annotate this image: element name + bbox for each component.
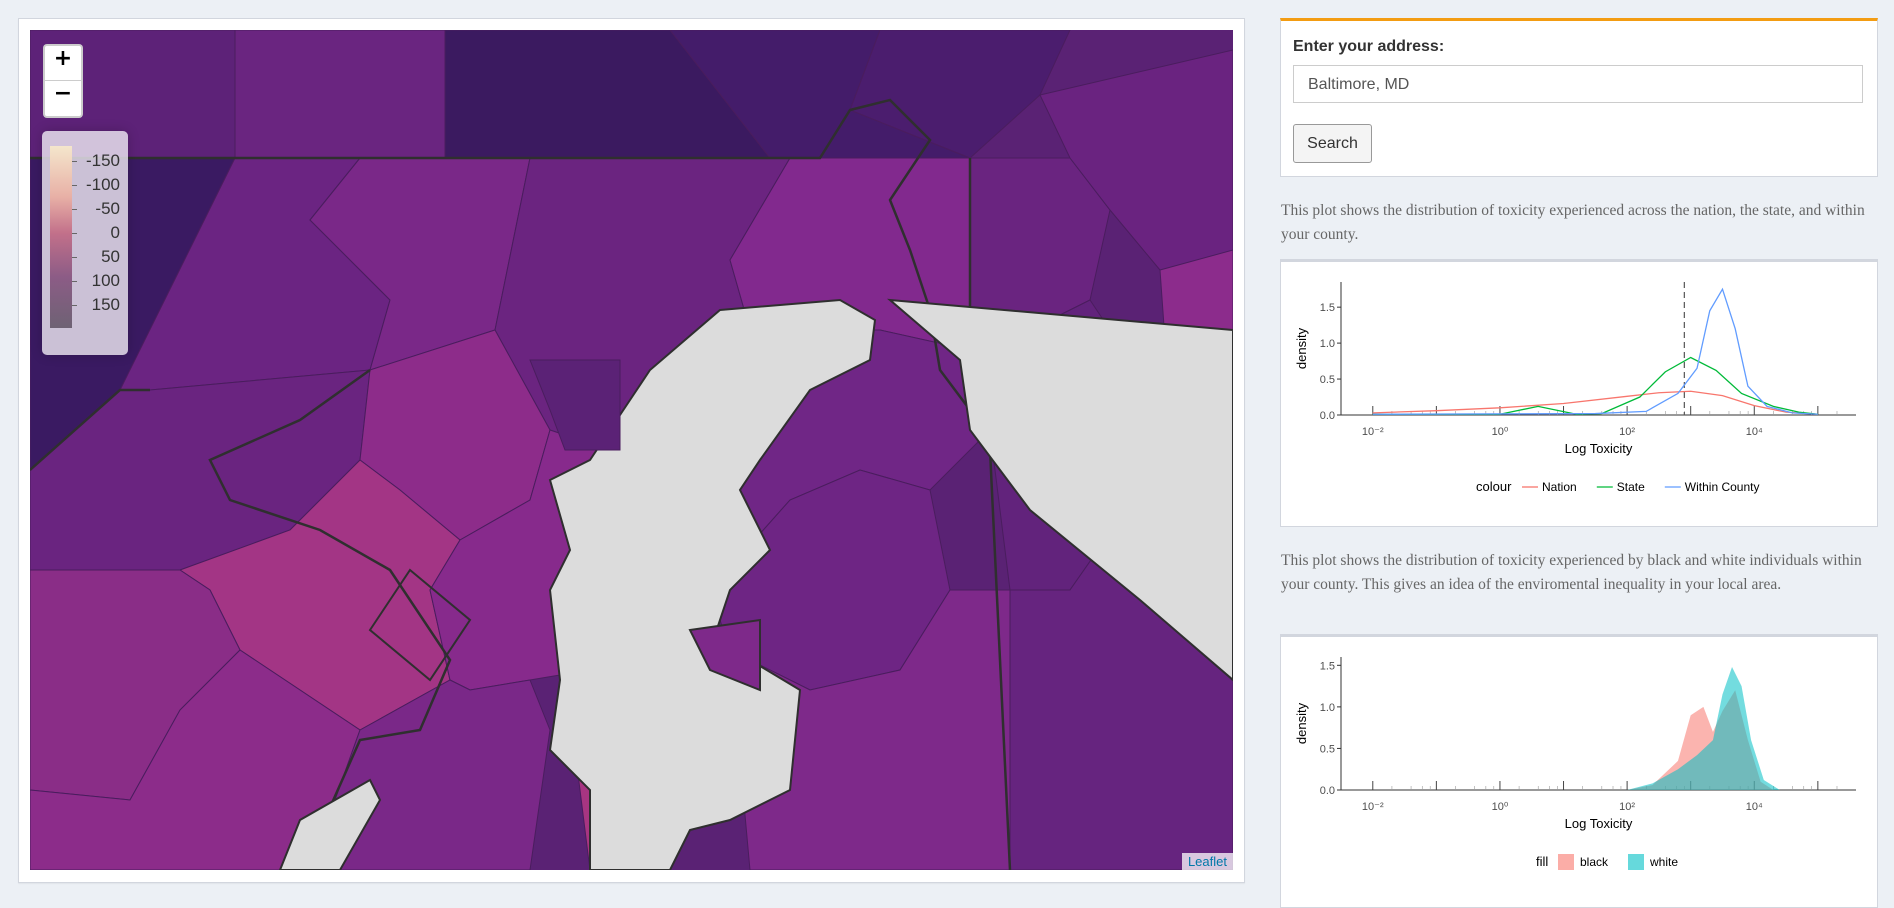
legend-key: [1558, 854, 1574, 870]
legend-label: -100: [85, 175, 120, 194]
legend-label: 50: [101, 247, 120, 266]
legend-label: 100: [91, 271, 120, 290]
y-axis-title: density: [1294, 327, 1309, 369]
legend-label: -50: [95, 199, 120, 218]
y-tick-label: 1.0: [1320, 338, 1335, 350]
density-chart-1: 10⁻² 10⁰ 10² 10⁴ 0.0 0.5 1.0 1.5 Log Toxicity den…: [1294, 282, 1856, 494]
legend-label: 150: [91, 295, 120, 314]
legend-tick: [72, 161, 77, 162]
y-tick-label: 0.5: [1320, 374, 1335, 386]
plot1-description: This plot shows the distribution of toxi…: [1281, 202, 1865, 243]
address-input[interactable]: Baltimore, MD: [1293, 65, 1863, 103]
x-tick-label: 10⁻²: [1362, 801, 1384, 813]
x-tick-label: 10²: [1619, 801, 1635, 813]
legend-title: colour: [1476, 479, 1512, 494]
address-input-value: Baltimore, MD: [1308, 76, 1410, 93]
search-button[interactable]: Search: [1293, 124, 1372, 163]
y-tick-label: 0.5: [1320, 743, 1335, 755]
legend-label: white: [1649, 855, 1678, 869]
y-tick-label: 1.5: [1320, 660, 1335, 672]
legend-label: Within County: [1685, 480, 1760, 494]
density-chart-2: 10⁻² 10⁰ 10² 10⁴ 0.0 0.5 1.0 1.5 Log Toxicity den…: [1294, 657, 1856, 870]
legend-tick: [72, 185, 77, 186]
legend-label: 0: [110, 223, 120, 242]
series-line-state: [1372, 356, 1818, 415]
map-region[interactable]: [234, 30, 461, 159]
zoom-in-button[interactable]: +: [45, 46, 81, 80]
legend-label: State: [1617, 480, 1645, 494]
map-legend: -150 -100 -50 0 50 100 150: [42, 131, 128, 355]
legend-label: black: [1580, 855, 1609, 869]
y-axis-title: density: [1294, 702, 1309, 744]
y-tick-label: 0.0: [1320, 410, 1335, 422]
y-tick-label: 1.5: [1320, 302, 1335, 314]
zoom-out-button[interactable]: −: [45, 80, 81, 115]
zoom-control: + −: [43, 44, 83, 118]
plot1-panel: 10⁻² 10⁰ 10² 10⁴ 0.0 0.5 1.0 1.5 Log Toxicity den…: [1280, 259, 1878, 527]
series-line-nation: [1372, 390, 1818, 415]
legend-key: [1628, 854, 1644, 870]
x-axis-title: Log Toxicity: [1565, 816, 1633, 831]
plot2-panel: 10⁻² 10⁰ 10² 10⁴ 0.0 0.5 1.0 1.5 Log Toxicity den…: [1280, 634, 1878, 908]
legend-tick: [72, 305, 77, 306]
x-tick-label: 10²: [1619, 426, 1635, 438]
series-line-within-county: [1372, 287, 1818, 415]
x-axis-title: Log Toxicity: [1565, 441, 1633, 456]
legend-tick: [72, 233, 77, 234]
plot2-description: This plot shows the distribution of toxi…: [1281, 552, 1862, 593]
x-tick-label: 10⁴: [1746, 426, 1763, 438]
search-panel: Enter your address: Baltimore, MD Search: [1280, 18, 1878, 177]
legend-tick: [72, 281, 77, 282]
legend-label: -150: [85, 151, 120, 170]
choropleth-map[interactable]: + − -150 -100 -50 0 50 100 150 Leaflet: [30, 30, 1233, 870]
address-label: Enter your address:: [1293, 38, 1445, 55]
x-tick-label: 10⁻²: [1362, 426, 1384, 438]
map-panel: + − -150 -100 -50 0 50 100 150 Leaflet: [18, 18, 1245, 883]
x-tick-label: 10⁰: [1492, 426, 1509, 438]
legend-color-ramp: [50, 146, 72, 328]
y-tick-label: 1.0: [1320, 702, 1335, 714]
attribution-link[interactable]: Leaflet: [1181, 853, 1233, 870]
map-regions[interactable]: [30, 30, 1233, 870]
legend-label: Nation: [1542, 480, 1577, 494]
x-tick-label: 10⁰: [1492, 801, 1509, 813]
legend-tick: [72, 257, 77, 258]
x-tick-label: 10⁴: [1746, 801, 1763, 813]
legend-title: fill: [1536, 854, 1548, 869]
y-tick-label: 0.0: [1320, 785, 1335, 797]
legend-tick: [72, 209, 77, 210]
